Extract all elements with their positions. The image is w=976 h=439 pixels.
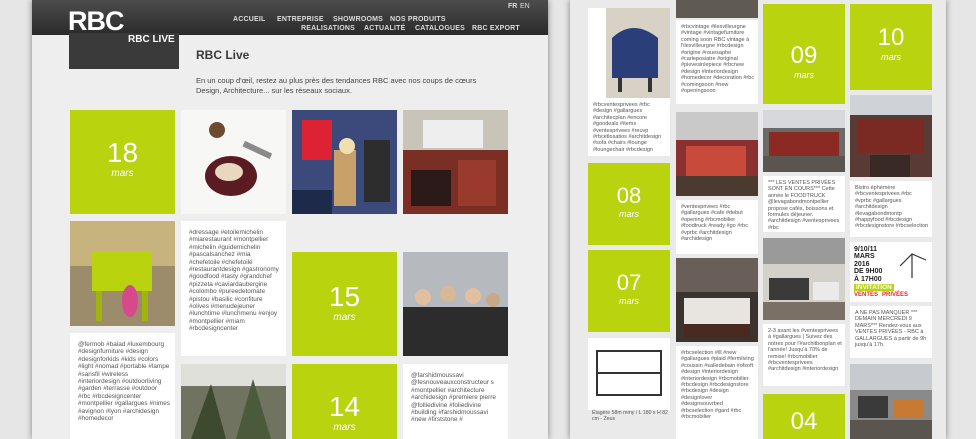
restaurant-photo[interactable]	[676, 112, 758, 196]
post-caption-card: @fermob #balad #luxembourg #designfurnit…	[70, 333, 175, 439]
logo-subtitle: RBC LIVE	[128, 34, 175, 45]
foodtruck-image	[676, 112, 758, 196]
date-tile: 04	[763, 394, 845, 439]
showroom-interior-photo[interactable]	[763, 238, 845, 320]
right-page-panel: #rbcventesprivees #rbc #design #gallargu…	[570, 0, 946, 439]
date-tile: 15 mars	[292, 252, 397, 356]
post-caption-card: #ventesprivees #rbc #gallargues #cafe #d…	[676, 200, 758, 254]
caption-text: *** LES VENTES PRIVÉES SONT EN COURS*** …	[768, 180, 840, 231]
nav-realisations[interactable]: REALISATIONS	[301, 25, 355, 32]
caption-text: @farshidmoussavi @fesnouveauxconstructeu…	[411, 372, 496, 424]
page-title: RBC Live	[196, 48, 250, 62]
nav-nos-produits[interactable]: NOS PRODUITS	[390, 16, 446, 23]
post-caption-card: #rbcvintage #ilesvilleurgne #vintage #vi…	[676, 20, 758, 104]
patio-photo[interactable]	[850, 364, 932, 439]
poster-privees: PRIVÉES	[882, 292, 909, 298]
terrace-photo[interactable]	[763, 110, 845, 172]
date-tile: 18 mars	[70, 110, 175, 214]
caption-text: #rbcselection #ill #new #gallargues #pla…	[681, 350, 754, 421]
caption-text: 2-3 avant les #ventesprivees à #gallargu…	[768, 328, 842, 373]
date-tile: 14 mars	[292, 364, 397, 439]
nav-catalogues[interactable]: CATALOGUES	[415, 25, 465, 32]
left-page-panel: RBC FR EN ACCUEIL ENTREPRISE SHOWROOMS N…	[32, 0, 548, 439]
date-tile: 08 mars	[588, 163, 670, 245]
people-event-image	[403, 252, 508, 356]
bed-image	[676, 258, 758, 342]
bedroom-photo[interactable]	[676, 258, 758, 342]
dish-plate-image	[181, 110, 286, 214]
page-intro: En un coup d'œil, restez au plus près de…	[196, 76, 477, 95]
poster-invitation: INVITATION	[854, 284, 894, 291]
caption-text: Bistro éphémère #rbcventesprivees #rbc #…	[855, 185, 929, 230]
date-tile: 10 mars	[850, 4, 932, 90]
caption-text: A NE PAS MANQUER *** DEMAIN MERCREDI 9 M…	[855, 310, 927, 349]
post-caption-card: #rbcselection #ill #new #gallargues #pla…	[676, 346, 758, 439]
caption-text: #rbcventesprivees #rbc #design #gallargu…	[593, 102, 662, 153]
caption-text: #dressage #etoilemichelin #miarestaurant…	[189, 229, 279, 333]
bistro-photo[interactable]	[850, 95, 932, 177]
site-header: RBC FR EN ACCUEIL ENTREPRISE SHOWROOMS N…	[32, 0, 548, 36]
post-caption-card: #rbcventesprivees #rbc #design #gallargu…	[588, 98, 670, 156]
caption-text: Étagère 58m mmy / L 180 x H 82 cm - Zeus	[592, 410, 668, 422]
post-caption-card: *** LES VENTES PRIVÉES SONT EN COURS*** …	[763, 176, 845, 232]
shelf-image	[588, 338, 670, 410]
store-photo[interactable]	[403, 110, 508, 214]
showroom-photo[interactable]	[292, 110, 397, 214]
garden-image	[181, 364, 286, 439]
chair-lamp-image	[70, 221, 175, 326]
post-caption-card: A NE PAS MANQUER *** DEMAIN MERCREDI 9 M…	[850, 306, 932, 358]
nav-entreprise[interactable]: ENTREPRISE	[277, 16, 324, 23]
blue-armchair-image	[588, 8, 670, 98]
date-tile: 09 mars	[763, 4, 845, 104]
outdoor-chair-photo[interactable]	[70, 221, 175, 326]
post-caption-card: #dressage #etoilemichelin #miarestaurant…	[181, 221, 286, 356]
nav-showrooms[interactable]: SHOWROOMS	[333, 16, 383, 23]
caption-text: @fermob #balad #luxembourg #designfurnit…	[78, 341, 171, 423]
lamps-image	[292, 110, 397, 214]
poster-date: 9/10/11 MARS 2016 DE 9H00 À 17H00	[854, 246, 883, 283]
nav-accueil[interactable]: ACCUEIL	[233, 16, 266, 23]
bistro-image	[850, 95, 932, 177]
terrace-image	[763, 110, 845, 172]
post-caption-card: 2-3 avant les #ventesprivees à #gallargu…	[763, 324, 845, 386]
event-photo[interactable]	[403, 252, 508, 356]
map-icon	[899, 253, 927, 278]
store-shelves-image	[403, 110, 508, 214]
nav-rbc-export[interactable]: RBC EXPORT	[472, 25, 520, 32]
caption-text: #rbcvintage #ilesvilleurgne #vintage #vi…	[681, 24, 755, 95]
showroom-interior-image	[763, 238, 845, 320]
nav-actualite[interactable]: ACTUALITÉ	[364, 25, 405, 32]
poster-ventes: VENTES	[854, 292, 879, 298]
date-tile: 07 mars	[588, 250, 670, 332]
event-poster[interactable]: 9/10/11 MARS 2016 DE 9H00 À 17H00 INVITATION…	[850, 242, 932, 302]
patio-image	[850, 364, 932, 439]
armchair-photo[interactable]	[588, 8, 670, 98]
lang-en[interactable]: EN	[520, 3, 530, 10]
shelf-photo[interactable]	[588, 338, 670, 410]
food-photo[interactable]	[181, 110, 286, 214]
garden-photo[interactable]	[181, 364, 286, 439]
post-caption-card: Bistro éphémère #rbcventesprivees #rbc #…	[850, 181, 932, 237]
lang-fr[interactable]: FR	[508, 3, 517, 10]
caption-text: #ventesprivees #rbc #gallargues #cafe #d…	[681, 204, 748, 243]
top-photo[interactable]	[676, 0, 758, 18]
post-caption-card: @farshidmoussavi @fesnouveauxconstructeu…	[403, 364, 508, 439]
